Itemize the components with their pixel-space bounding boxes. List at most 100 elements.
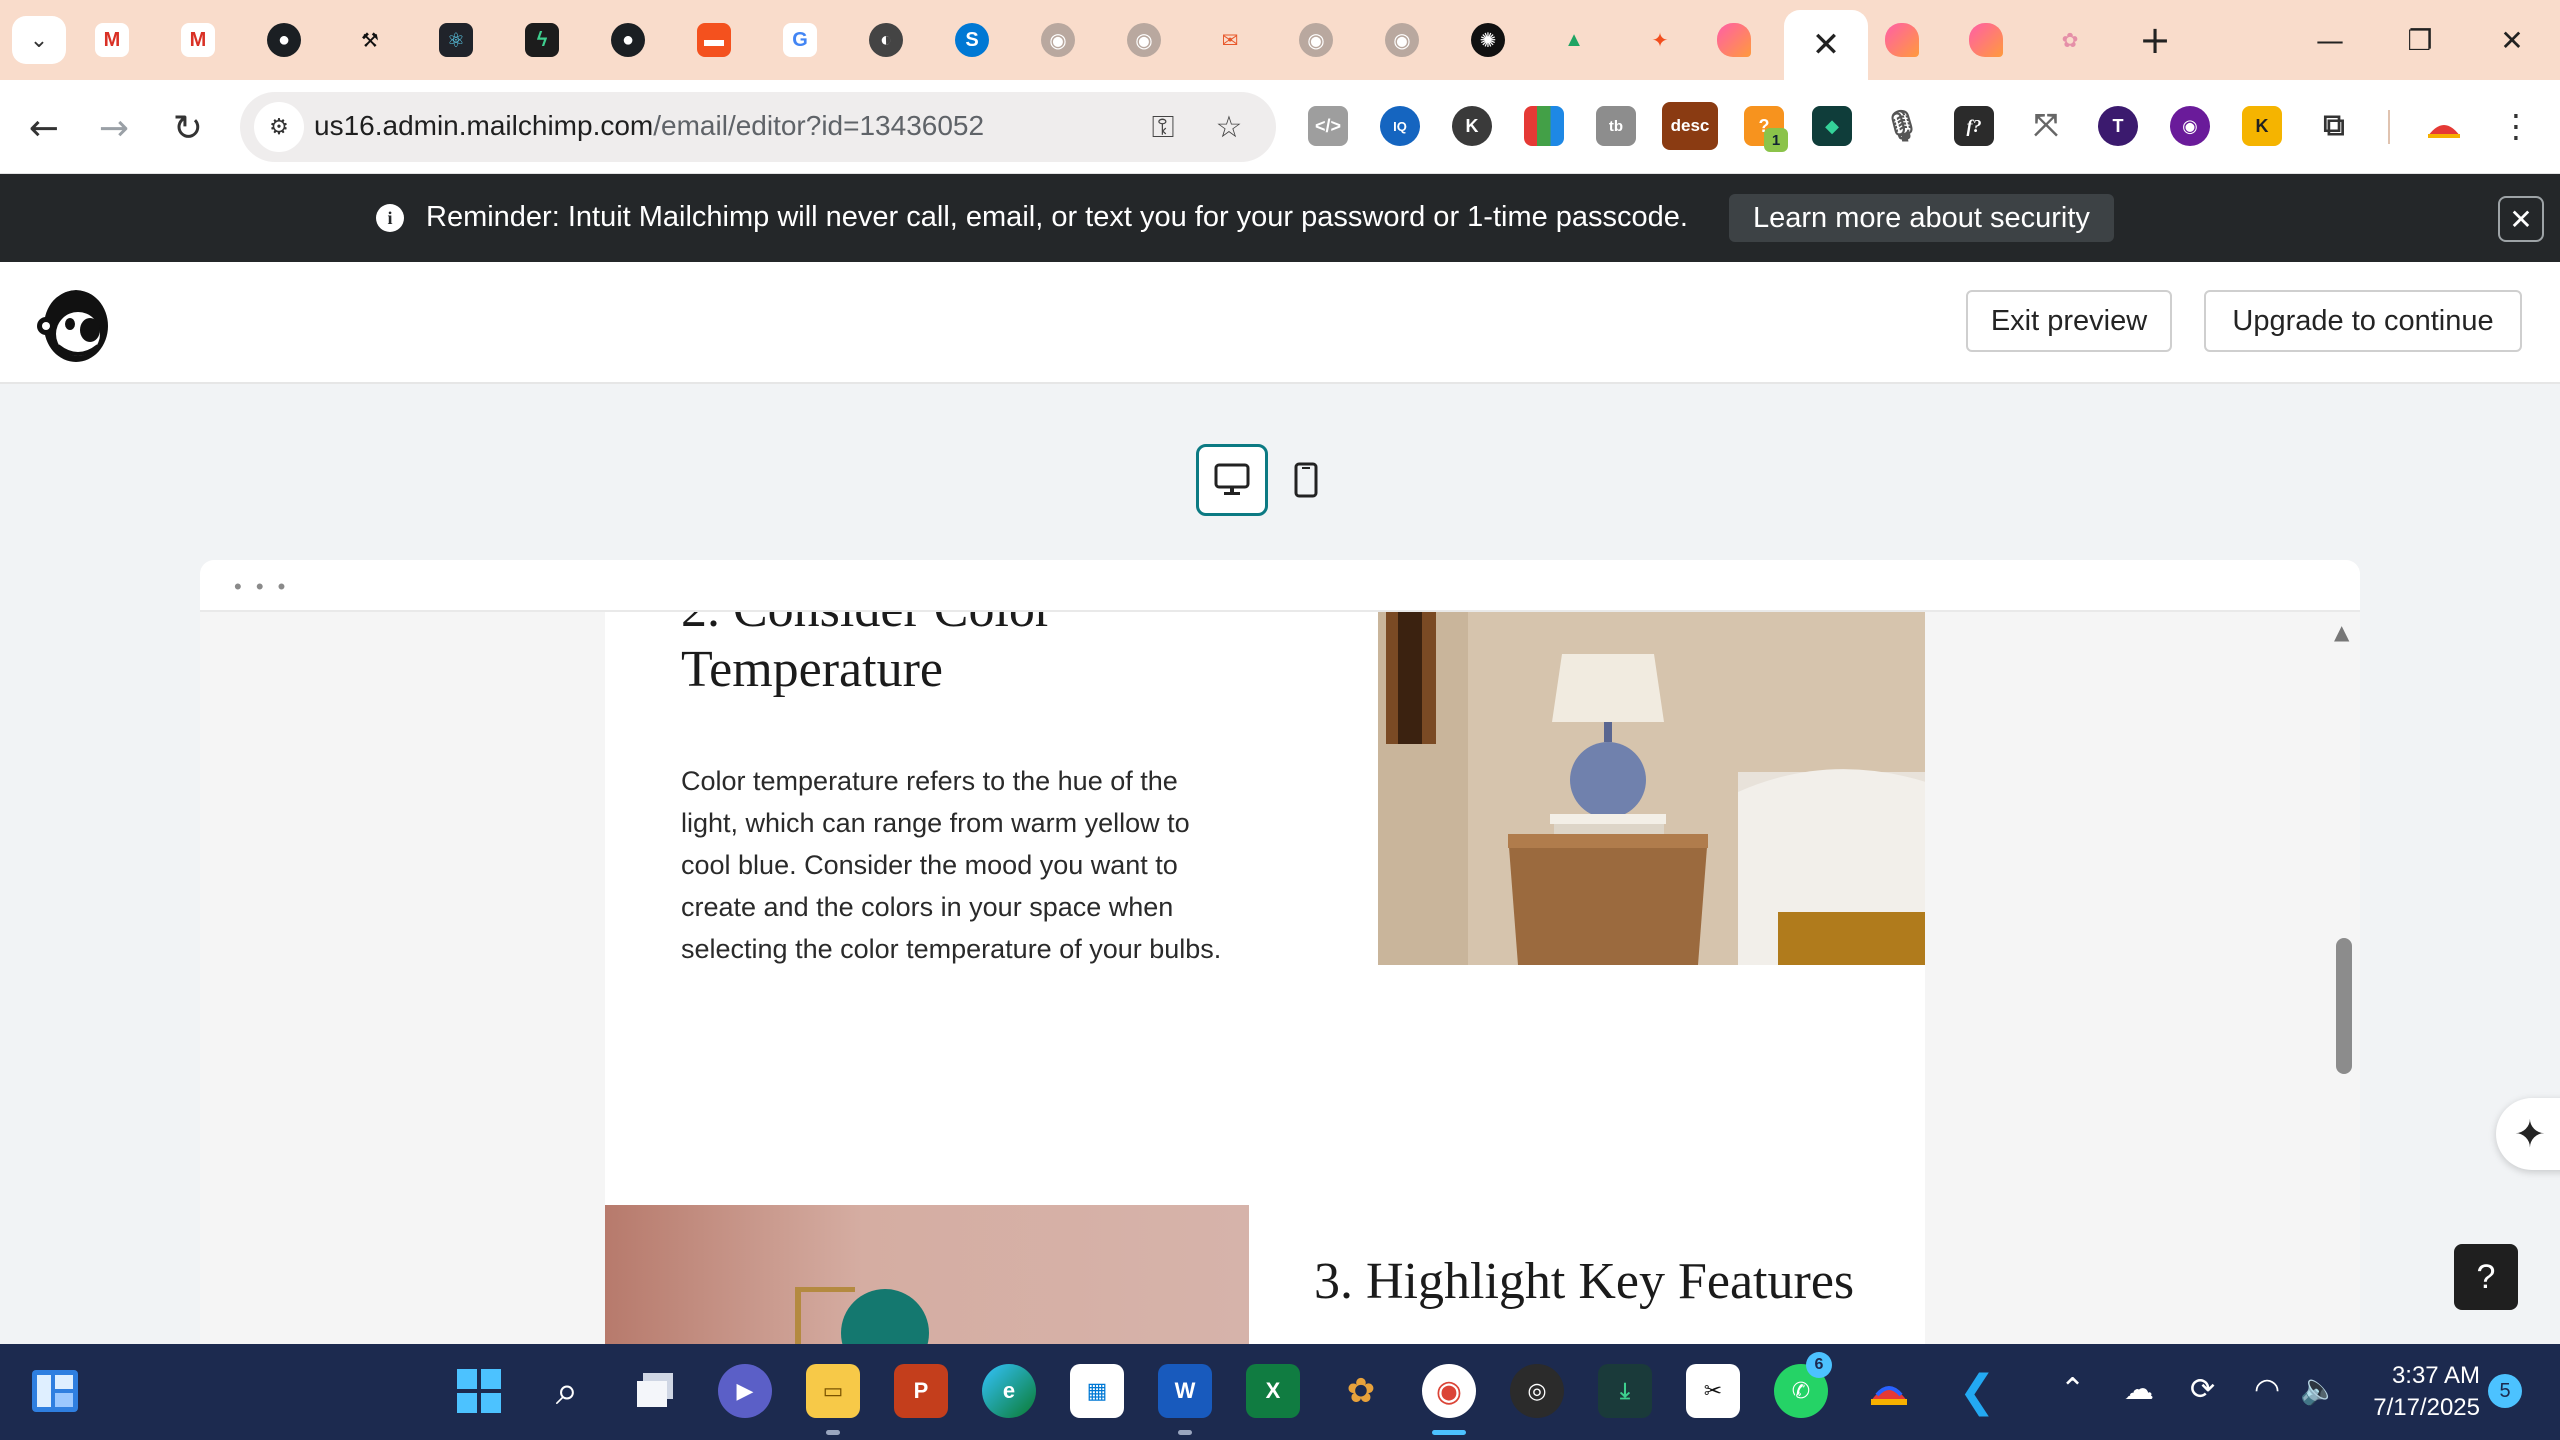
file-explorer-icon[interactable]: ▭ <box>806 1364 860 1418</box>
store-icon[interactable]: ▦ <box>1070 1364 1124 1418</box>
terminal-icon[interactable]: ⤓ <box>1598 1364 1652 1418</box>
wifi-icon[interactable]: ◠ <box>2254 1372 2280 1407</box>
system-clock[interactable]: 3:37 AM 7/17/2025 <box>2360 1360 2480 1424</box>
k-icon[interactable]: K <box>1452 106 1492 146</box>
active-tab[interactable]: ✕ <box>1784 10 1868 80</box>
tab-claude-1[interactable] <box>1692 12 1776 68</box>
tab-globe[interactable]: ◐ <box>844 12 928 68</box>
tab-react[interactable]: ⚛ <box>414 12 498 68</box>
tab-search-button[interactable]: ⌄ <box>12 16 66 64</box>
back-button[interactable]: ← <box>16 100 72 156</box>
vpn-icon[interactable] <box>1862 1364 1916 1418</box>
onedrive-icon[interactable]: ☁ <box>2124 1372 2154 1407</box>
password-key-icon[interactable]: ⚿ <box>1142 106 1184 148</box>
obs-icon[interactable]: ◎ <box>1510 1364 1564 1418</box>
hex-icon[interactable]: ◆ <box>1812 106 1852 146</box>
next-section-heading: 3. Highlight Key Features <box>1314 1253 1855 1310</box>
tab-profile-3[interactable]: ◉ <box>1274 12 1358 68</box>
tab-supabase[interactable]: ϟ <box>500 12 584 68</box>
tab-profile-1[interactable]: ◉ <box>1016 12 1100 68</box>
help-button[interactable]: ? <box>2454 1244 2518 1310</box>
profile-icon: ◉ <box>1299 23 1333 57</box>
tab-skype[interactable]: S <box>930 12 1014 68</box>
mailchimp-logo[interactable] <box>34 282 114 366</box>
code-icon[interactable]: </> <box>1308 106 1348 146</box>
chevron-up-icon[interactable]: ⌃ <box>2060 1372 2085 1407</box>
tab-gmail-1[interactable]: M <box>70 12 154 68</box>
minimize-button[interactable]: — <box>2290 14 2370 66</box>
tab-chatgpt[interactable]: ✺ <box>1446 12 1530 68</box>
restore-icon: ❐ <box>2407 23 2433 57</box>
meet-icon[interactable]: ▶ <box>718 1364 772 1418</box>
volume-icon[interactable]: 🔈 <box>2300 1372 2337 1407</box>
tb-icon[interactable]: tb <box>1596 106 1636 146</box>
desc-extension[interactable]: desc <box>1662 102 1718 150</box>
learn-more-security-button[interactable]: Learn more about security <box>1729 194 2114 242</box>
scroll-up-arrow[interactable]: ▲ <box>2334 620 2349 644</box>
puzzle-icon[interactable]: ⧉ <box>2314 106 2354 146</box>
fx-icon[interactable]: f? <box>1954 106 1994 146</box>
close-icon[interactable]: ✕ <box>1812 25 1841 65</box>
mobile-view-button[interactable] <box>1270 444 1342 516</box>
url-text[interactable]: us16.admin.mailchimp.com/email/editor?id… <box>314 110 984 142</box>
search-icon[interactable]: ⌕ <box>540 1364 594 1418</box>
window-close-button[interactable]: ✕ <box>2472 14 2552 66</box>
sync-icon[interactable]: ⟳ <box>2190 1372 2215 1407</box>
chrome-icon[interactable]: ◉ <box>1422 1364 1476 1418</box>
tab-slides[interactable]: ▬ <box>672 12 756 68</box>
whatsapp-icon[interactable]: ✆ 6 <box>1774 1352 1832 1418</box>
address-bar[interactable]: ⚙ us16.admin.mailchimp.com/email/editor?… <box>240 92 1276 162</box>
powerpoint-icon[interactable]: P <box>894 1364 948 1418</box>
word-icon[interactable]: W <box>1158 1364 1212 1418</box>
expand-icon[interactable]: ⤧ <box>2026 106 2066 146</box>
mic-icon[interactable]: 🎙 <box>1882 106 1922 146</box>
widgets-icon[interactable] <box>28 1364 82 1418</box>
url-host: us16.admin.mailchimp.com <box>314 110 654 141</box>
tab-figma[interactable]: ✦ <box>1618 12 1702 68</box>
upgrade-button[interactable]: Upgrade to continue <box>2204 290 2522 352</box>
extension-badge-icon[interactable]: ? 1 <box>1744 106 1788 152</box>
tab-google[interactable]: G <box>758 12 842 68</box>
tab-claude-2[interactable] <box>1860 12 1944 68</box>
tab-claude-3[interactable] <box>1944 12 2028 68</box>
bookmark-star-icon[interactable]: ☆ <box>1208 106 1250 148</box>
tab-brain[interactable]: ✿ <box>2028 12 2112 68</box>
desktop-view-button[interactable] <box>1196 444 1268 516</box>
tab-github-2[interactable]: ● <box>586 12 670 68</box>
tab-mail[interactable]: ✉ <box>1188 12 1272 68</box>
capcut-icon[interactable]: ✂ <box>1686 1364 1740 1418</box>
t-icon[interactable]: T <box>2098 106 2138 146</box>
mobile-icon <box>1294 462 1318 498</box>
forward-button[interactable]: → <box>86 100 142 156</box>
tab-drive[interactable]: ▲ <box>1532 12 1616 68</box>
tab-profile-2[interactable]: ◉ <box>1102 12 1186 68</box>
start-icon[interactable] <box>452 1364 506 1418</box>
menu-button[interactable]: ⋮ <box>2488 98 2544 154</box>
preview-menu-dots[interactable]: • • • <box>234 574 289 600</box>
tab-gmail-2[interactable]: M <box>156 12 240 68</box>
task-view-icon[interactable] <box>628 1364 682 1418</box>
notification-count-badge[interactable]: 5 <box>2488 1374 2522 1408</box>
edge-icon[interactable]: e <box>982 1364 1036 1418</box>
tab-profile-4[interactable]: ◉ <box>1360 12 1444 68</box>
restore-button[interactable]: ❐ <box>2380 14 2460 66</box>
fruit-app-icon[interactable]: ✿ <box>1334 1364 1388 1418</box>
ai-assistant-button[interactable]: ✦ <box>2496 1098 2560 1170</box>
profile-avatar[interactable] <box>2424 106 2464 146</box>
site-info-icon[interactable]: ⚙ <box>254 102 304 152</box>
exit-preview-button[interactable]: Exit preview <box>1966 290 2172 352</box>
k-icon[interactable]: K <box>2242 106 2282 146</box>
arrow-right-icon: → <box>98 107 130 149</box>
github-icon: ● <box>267 23 301 57</box>
excel-icon[interactable]: X <box>1246 1364 1300 1418</box>
banner-close-button[interactable]: ✕ <box>2498 196 2544 242</box>
tab-tool[interactable]: ⚒ <box>328 12 412 68</box>
eye-icon[interactable]: ◉ <box>2170 106 2210 146</box>
iq-icon[interactable]: IQ <box>1380 106 1420 146</box>
new-tab-button[interactable]: + <box>2130 16 2180 64</box>
vscode-icon[interactable]: ❮ <box>1950 1364 2004 1418</box>
scrollbar-thumb[interactable] <box>2336 938 2352 1074</box>
reload-button[interactable]: ↻ <box>160 100 216 156</box>
tab-github-1[interactable]: ● <box>242 12 326 68</box>
grid-icon[interactable] <box>1524 106 1564 146</box>
